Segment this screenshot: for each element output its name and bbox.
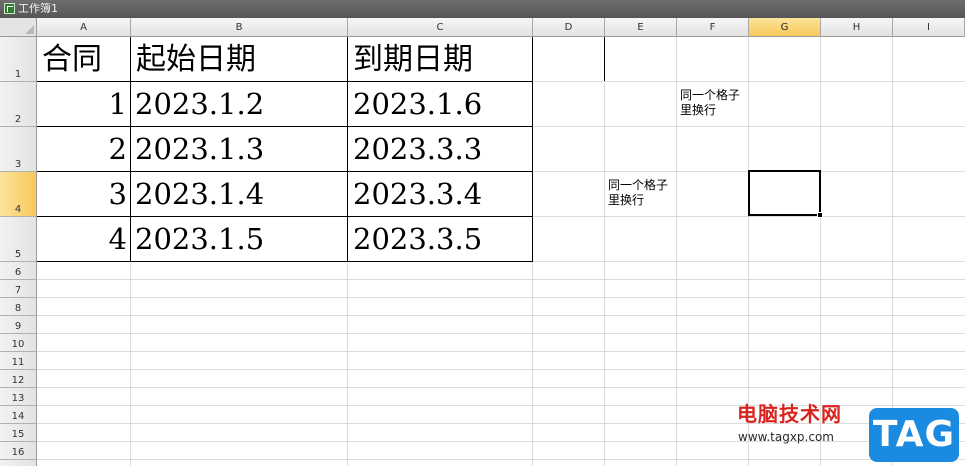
column-header-b[interactable]: B <box>131 18 348 37</box>
column-header-e[interactable]: E <box>605 18 677 37</box>
row-number: 13 <box>11 393 25 404</box>
row-number: 4 <box>14 204 22 215</box>
row-number: 2 <box>14 114 22 125</box>
cell-a3[interactable]: 2 <box>37 130 127 168</box>
fill-handle[interactable] <box>817 212 823 218</box>
gridline <box>604 37 605 466</box>
column-header-f[interactable]: F <box>677 18 749 37</box>
table-border <box>37 126 533 127</box>
gridline <box>37 315 965 316</box>
table-border <box>37 171 533 172</box>
row-header-11[interactable]: 11 <box>0 352 37 370</box>
gridline <box>37 387 965 388</box>
cell-border <box>604 37 605 81</box>
active-cell-g4[interactable] <box>748 170 821 216</box>
row-header-17[interactable]: 17 <box>0 460 37 466</box>
watermark-logo: TAG <box>869 408 959 462</box>
row-number: 6 <box>14 267 22 278</box>
row-header-10[interactable]: 10 <box>0 334 37 352</box>
watermark-url: www.tagxp.com <box>738 430 834 444</box>
column-header-i[interactable]: I <box>893 18 965 37</box>
row-number: 9 <box>14 321 22 332</box>
cell-c2[interactable]: 2023.1.6 <box>353 85 482 123</box>
cell-a1[interactable]: 合同 <box>42 40 102 80</box>
row-header-4[interactable]: 4 <box>0 172 37 217</box>
table-border <box>37 81 533 82</box>
row-header-5[interactable]: 5 <box>0 217 37 262</box>
column-header-c[interactable]: C <box>348 18 533 37</box>
gridline <box>676 37 677 466</box>
table-border <box>37 261 533 262</box>
row-number: 7 <box>14 285 22 296</box>
cell-b2[interactable]: 2023.1.2 <box>135 85 264 123</box>
gridline <box>37 333 965 334</box>
cell-a4[interactable]: 3 <box>37 175 127 213</box>
table-border <box>130 37 131 262</box>
cell-c1[interactable]: 到期日期 <box>353 40 473 80</box>
row-number: 12 <box>11 375 25 386</box>
row-header-12[interactable]: 12 <box>0 370 37 388</box>
row-number: 10 <box>11 339 25 350</box>
window-title: 工作簿1 <box>18 2 58 15</box>
row-number: 16 <box>11 447 25 458</box>
row-number: 1 <box>14 69 22 80</box>
cell-c3[interactable]: 2023.3.3 <box>353 130 482 168</box>
cell-b1[interactable]: 起始日期 <box>136 40 256 80</box>
row-header-7[interactable]: 7 <box>0 280 37 298</box>
row-header-3[interactable]: 3 <box>0 127 37 172</box>
row-header-9[interactable]: 9 <box>0 316 37 334</box>
row-number: 11 <box>11 357 25 368</box>
row-header-14[interactable]: 14 <box>0 406 37 424</box>
gridline <box>37 369 965 370</box>
row-header-8[interactable]: 8 <box>0 298 37 316</box>
table-border <box>532 37 533 262</box>
row-header-16[interactable]: 16 <box>0 442 37 460</box>
workbook-icon <box>4 3 15 14</box>
column-header-h[interactable]: H <box>821 18 893 37</box>
title-bar: 工作簿1 <box>0 0 965 18</box>
gridline <box>37 459 965 460</box>
row-number: 15 <box>11 429 25 440</box>
cell-a2[interactable]: 1 <box>37 85 127 123</box>
row-header-1[interactable]: 1 <box>0 37 37 82</box>
cell-f2[interactable]: 同一个格子里换行 <box>680 88 746 118</box>
row-number: 5 <box>14 249 22 260</box>
row-number: 8 <box>14 303 22 314</box>
select-all-corner[interactable] <box>0 18 37 37</box>
row-header-13[interactable]: 13 <box>0 388 37 406</box>
cell-c4[interactable]: 2023.3.4 <box>353 175 482 213</box>
cell-c5[interactable]: 2023.3.5 <box>353 220 482 258</box>
row-header-6[interactable]: 6 <box>0 262 37 280</box>
cell-b4[interactable]: 2023.1.4 <box>135 175 264 213</box>
gridline <box>37 351 965 352</box>
cell-e4[interactable]: 同一个格子里换行 <box>608 178 674 208</box>
column-header-g[interactable]: G <box>749 18 821 37</box>
gridline <box>37 297 965 298</box>
gridline <box>37 279 965 280</box>
row-header-15[interactable]: 15 <box>0 424 37 442</box>
row-header-2[interactable]: 2 <box>0 82 37 127</box>
cell-b3[interactable]: 2023.1.3 <box>135 130 264 168</box>
column-header-a[interactable]: A <box>37 18 131 37</box>
row-number: 14 <box>11 411 25 422</box>
table-border <box>37 216 533 217</box>
cell-b5[interactable]: 2023.1.5 <box>135 220 264 258</box>
gridline <box>892 37 893 466</box>
column-header-d[interactable]: D <box>533 18 605 37</box>
cell-a5[interactable]: 4 <box>37 220 127 258</box>
table-border <box>347 37 348 262</box>
row-number: 3 <box>14 159 22 170</box>
watermark-site-name: 电脑技术网 <box>737 402 842 426</box>
